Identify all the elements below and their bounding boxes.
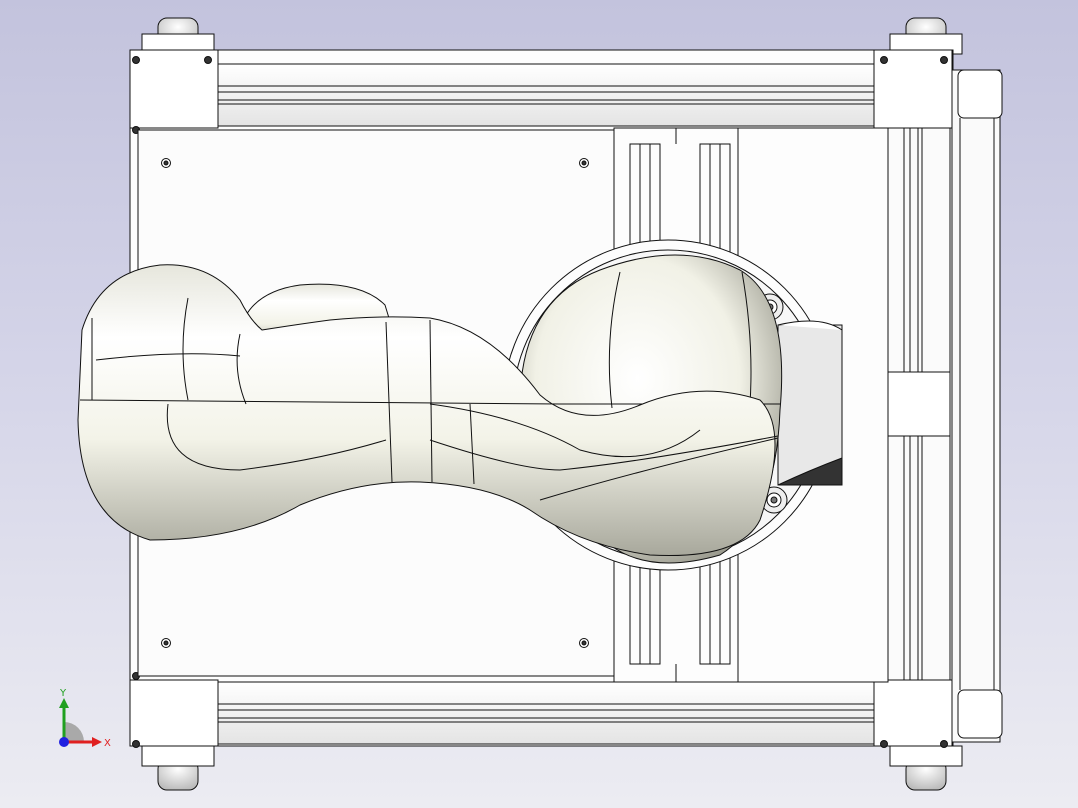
model-view[interactable] bbox=[0, 0, 1078, 808]
caster-wheel-bottom-left bbox=[141, 745, 215, 791]
caster-wheel-top-right bbox=[889, 17, 963, 55]
caster-wheel-top-left bbox=[141, 17, 215, 55]
caster-wheel-bottom-right bbox=[889, 745, 963, 791]
y-axis-label: Y bbox=[59, 688, 67, 699]
graphics-viewport[interactable]: Y X bbox=[0, 0, 1078, 808]
x-axis-label: X bbox=[104, 738, 111, 749]
z-axis-icon bbox=[59, 737, 69, 747]
view-orientation-triad: Y X bbox=[50, 684, 120, 754]
